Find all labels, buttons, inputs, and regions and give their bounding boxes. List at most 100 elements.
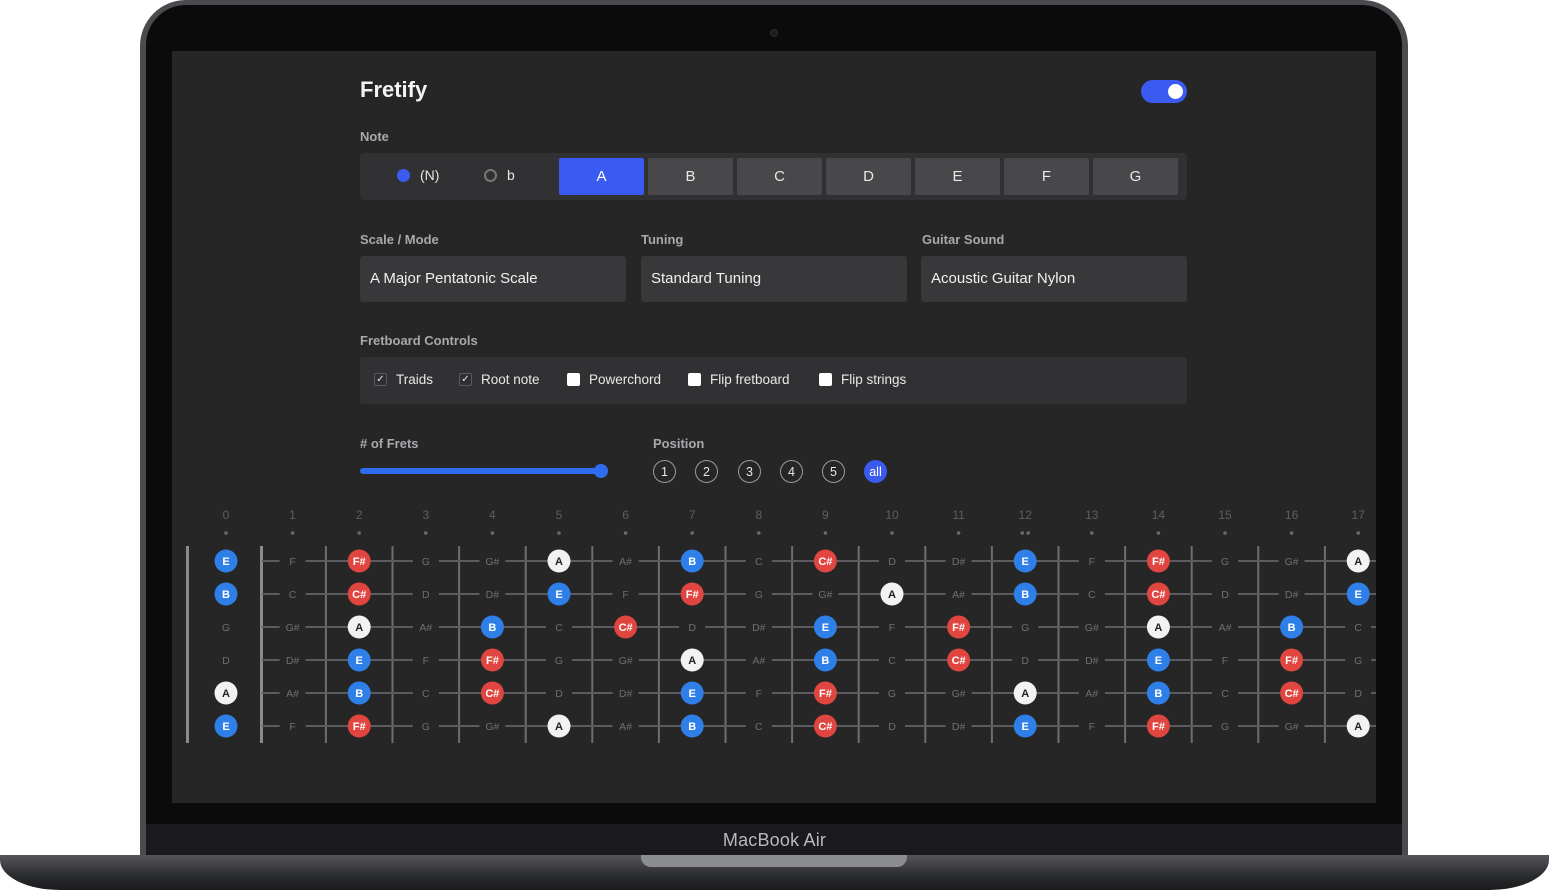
checkbox-root-note[interactable]: ✓ Root note — [459, 372, 540, 387]
frets-slider[interactable] — [360, 468, 601, 474]
fret-number: 14 — [1152, 508, 1166, 522]
note-label: C — [289, 589, 297, 601]
note-label: D# — [619, 688, 633, 700]
note-label: D# — [286, 655, 300, 667]
note-marker-label: F# — [1285, 655, 1298, 667]
fret-number: 5 — [556, 508, 563, 522]
checkbox-powerchord-label: Powerchord — [589, 372, 662, 387]
note-button-g[interactable]: G — [1093, 158, 1178, 195]
checkbox-checked-icon: ✓ — [459, 373, 472, 386]
note-label: D# — [952, 556, 966, 568]
note-marker-label: C# — [1151, 589, 1165, 601]
position-button-2[interactable]: 2 — [695, 460, 718, 483]
note-marker-label: B — [1021, 589, 1029, 601]
fret-number: 13 — [1085, 508, 1099, 522]
fret-number: 17 — [1352, 508, 1366, 522]
note-label: A# — [1219, 622, 1232, 634]
note-button-d[interactable]: D — [826, 158, 911, 195]
checkbox-traids[interactable]: ✓ Traids — [374, 372, 433, 387]
note-label: G — [1221, 721, 1229, 733]
device-label: MacBook Air — [722, 830, 827, 850]
laptop-notch — [641, 855, 907, 867]
sound-label: Guitar Sound — [922, 232, 1005, 247]
checkbox-flip-fretboard[interactable]: Flip fretboard — [688, 372, 790, 387]
note-marker-label: B — [222, 589, 230, 601]
fret-marker-dot — [757, 531, 761, 535]
checkbox-flip-strings[interactable]: Flip strings — [819, 372, 906, 387]
note-button-f[interactable]: F — [1004, 158, 1089, 195]
note-label: A# — [952, 589, 965, 601]
scale-select[interactable]: A Major Pentatonic Scale — [360, 256, 626, 302]
fret-number: 7 — [689, 508, 696, 522]
note-button-a[interactable]: A — [559, 158, 644, 195]
note-marker-label: A — [555, 721, 563, 733]
note-button-e[interactable]: E — [915, 158, 1000, 195]
app-title: Fretify — [360, 77, 428, 102]
position-button-3[interactable]: 3 — [738, 460, 761, 483]
note-marker-label: F# — [1152, 556, 1165, 568]
fretboard-nut — [260, 546, 263, 743]
note-button-b[interactable]: B — [648, 158, 733, 195]
position-button-5[interactable]: 5 — [822, 460, 845, 483]
position-button-1[interactable]: 1 — [653, 460, 676, 483]
note-marker-label: E — [356, 655, 363, 667]
note-label: C — [1088, 589, 1096, 601]
note-label: F — [756, 688, 762, 700]
note-label: D — [1021, 655, 1029, 667]
note-label: A# — [286, 688, 299, 700]
fret-marker-dot — [623, 531, 628, 535]
note-marker-label: A — [1354, 721, 1362, 733]
note-marker-label: A — [1021, 688, 1029, 700]
controls-label: Fretboard Controls — [360, 333, 478, 348]
note-marker-label: A — [355, 622, 363, 634]
fret-number: 3 — [422, 508, 429, 522]
fret-marker-dot — [290, 531, 295, 535]
radio-natural[interactable]: (N) — [397, 167, 439, 183]
note-marker-label: B — [1288, 622, 1296, 634]
fret-number: 12 — [1019, 508, 1033, 522]
note-label: D — [888, 721, 896, 733]
frets-slider-handle[interactable] — [594, 464, 608, 478]
note-label: G — [422, 721, 430, 733]
fret-number: 1 — [289, 508, 296, 522]
fret-marker-dot — [890, 531, 894, 535]
fret-number: 11 — [952, 508, 965, 522]
fret-marker-dot — [424, 531, 428, 535]
note-marker-label: F# — [1152, 721, 1165, 733]
note-marker-label: F# — [819, 688, 832, 700]
sound-select[interactable]: Acoustic Guitar Nylon — [921, 256, 1187, 302]
note-label: G# — [286, 622, 300, 634]
note-label: G — [555, 655, 563, 667]
fret-marker-dot — [1356, 531, 1360, 535]
note-label: D — [688, 622, 696, 634]
radio-flat[interactable]: b — [484, 167, 515, 183]
fretboard: 0 1 2 3 4 5 6 7 8 9 10 11 12 13 14 15 16 17E F F# G G# A A# B C C#… — [186, 508, 1376, 743]
note-marker-label: B — [821, 655, 829, 667]
tuning-select[interactable]: Standard Tuning — [641, 256, 907, 302]
position-button-4[interactable]: 4 — [780, 460, 803, 483]
checkbox-powerchord[interactable]: Powerchord — [567, 372, 661, 387]
position-button-all[interactable]: all — [864, 460, 887, 483]
app-screen: Fretify Note (N) b A B C D E F G Scale /… — [172, 51, 1376, 803]
note-marker-label: F# — [686, 589, 699, 601]
camera-icon — [770, 29, 778, 37]
note-selector: (N) b A B C D E F G — [360, 153, 1187, 200]
fret-marker-dot — [1020, 531, 1024, 535]
fret-marker-dot — [1289, 531, 1294, 535]
note-label: G — [755, 589, 763, 601]
note-button-c[interactable]: C — [737, 158, 822, 195]
note-label: D# — [1285, 589, 1299, 601]
note-label: A# — [752, 655, 765, 667]
note-label: G# — [1285, 556, 1299, 568]
fret-marker-dot — [1223, 531, 1227, 535]
device-frame: MacBook Air Fretify Note (N) b A B C D E… — [0, 0, 1549, 890]
note-marker-label: A — [555, 556, 563, 568]
note-marker-label: A — [222, 688, 230, 700]
radio-flat-label: b — [507, 167, 515, 183]
note-marker-label: F# — [353, 721, 366, 733]
note-label: G# — [818, 589, 832, 601]
fret-marker-dot — [823, 531, 828, 535]
note-marker-label: E — [222, 556, 229, 568]
dark-mode-toggle[interactable] — [1141, 80, 1187, 103]
note-marker-label: B — [1154, 688, 1162, 700]
